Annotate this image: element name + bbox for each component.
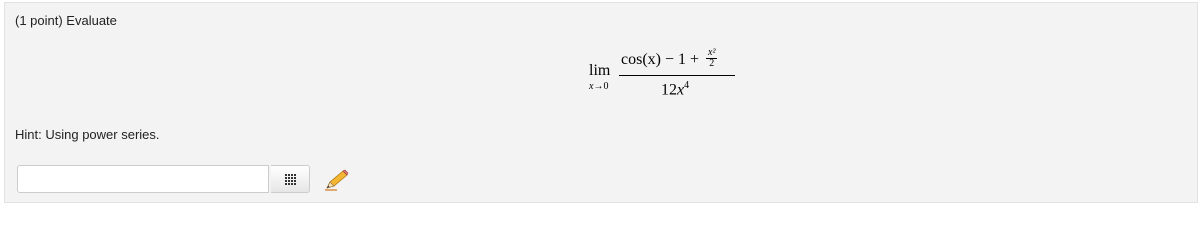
problem-container: (1 point) Evaluate lim x→0 cos(x) − 1 + … (4, 2, 1198, 203)
fraction-bar (619, 75, 735, 76)
formula-numerator: cos(x) − 1 + x² 2 (621, 47, 718, 69)
numerator-small-fraction: x² 2 (706, 47, 718, 69)
limit-formula: lim x→0 cos(x) − 1 + x² 2 12x4 (583, 43, 743, 99)
grid-icon (285, 174, 297, 186)
pencil-icon[interactable] (323, 169, 349, 191)
answer-input[interactable] (17, 165, 269, 193)
lim-subscript: x→0 (589, 81, 609, 92)
formula-denominator: 12x4 (661, 80, 690, 99)
problem-intro: (1 point) Evaluate (15, 13, 117, 28)
equation-palette-button[interactable] (271, 165, 310, 193)
lim-word: lim (589, 62, 611, 79)
hint-text: Hint: Using power series. (15, 127, 160, 142)
